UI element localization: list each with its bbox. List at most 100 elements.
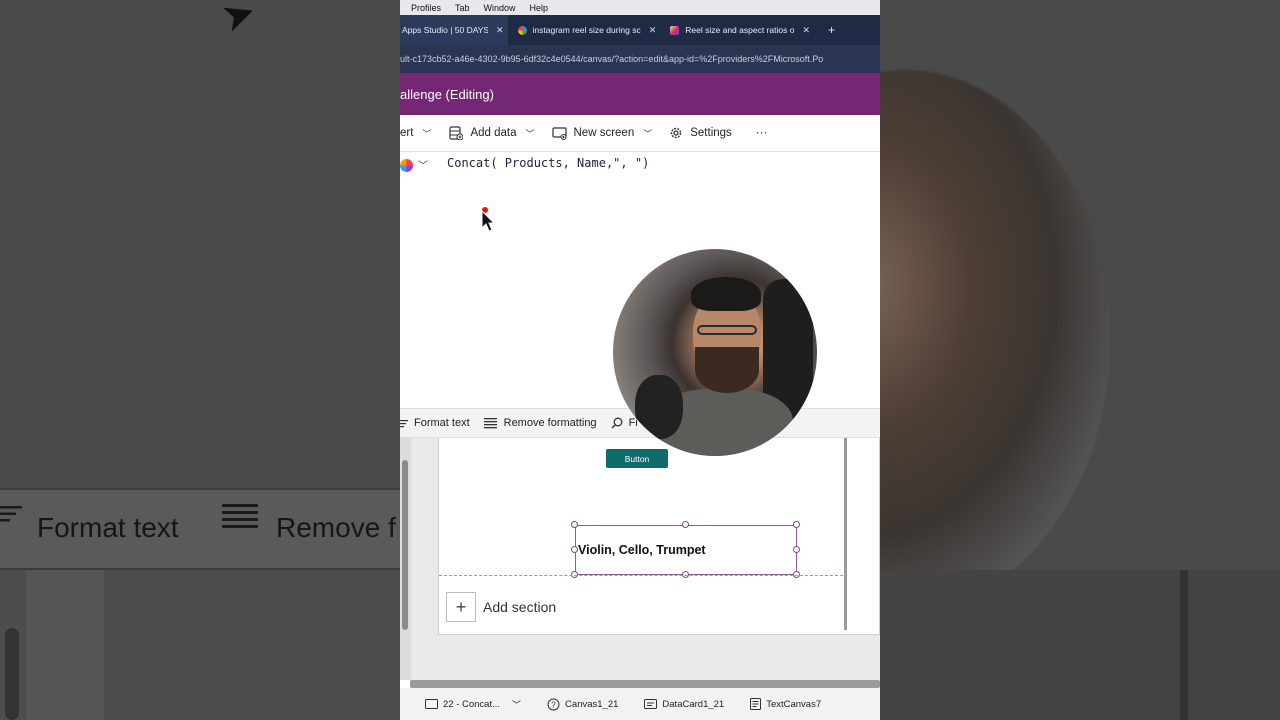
screen-icon xyxy=(425,699,438,709)
section-divider xyxy=(439,575,843,576)
background-remove-formatting-icon xyxy=(222,504,258,528)
formula-input[interactable]: Concat( Products, Name,", ") xyxy=(447,156,649,170)
remove-formatting-icon xyxy=(483,417,497,428)
chevron-down-icon: ﹀ xyxy=(643,128,653,139)
browser-tab-google[interactable]: instagram reel size during sc ✕ xyxy=(514,15,661,45)
new-screen-button[interactable]: New screen ﹀ xyxy=(551,126,653,140)
canvas-icon: ? xyxy=(547,698,560,710)
datacard-icon xyxy=(644,699,658,709)
resize-handle-middle-left[interactable] xyxy=(571,546,578,553)
settings-button[interactable]: Settings xyxy=(669,126,732,140)
mouse-pointer-icon xyxy=(481,209,496,232)
plus-icon: + xyxy=(446,592,476,622)
selected-text-control[interactable]: Violin, Cello, Trumpet xyxy=(575,525,797,575)
format-text-button[interactable]: Format text xyxy=(400,417,470,429)
remove-formatting-label: Remove formatting xyxy=(503,417,597,429)
menu-help[interactable]: Help xyxy=(530,3,549,13)
background-webcam-blur xyxy=(880,70,1110,610)
breadcrumb-textcanvas[interactable]: TextCanvas7 xyxy=(742,698,829,710)
more-button[interactable]: ··· xyxy=(756,127,768,139)
background-lower-canvas xyxy=(0,570,400,720)
background-remove-label: Remove f xyxy=(276,512,396,543)
text-control-value: Violin, Cello, Trumpet xyxy=(578,543,706,557)
form-card: Button Violin, Cello, Trumpet + Add sect… xyxy=(438,438,880,635)
breadcrumb-label: DataCard1_21 xyxy=(662,698,725,710)
background-format-text-icon xyxy=(0,506,22,522)
add-data-label: Add data xyxy=(470,127,517,139)
mac-menu-bar: Profiles Tab Window Help xyxy=(400,0,880,15)
tab-label: Apps Studio | 50 DAYS xyxy=(402,25,488,35)
chevron-down-icon: ﹀ xyxy=(512,699,522,710)
settings-label: Settings xyxy=(690,127,732,139)
background-edge xyxy=(1180,570,1188,720)
background-right-blurred xyxy=(880,0,1280,720)
background-strip xyxy=(26,570,104,720)
menu-profiles[interactable]: Profiles xyxy=(411,3,441,13)
database-icon xyxy=(449,126,464,140)
vertical-scrollbar[interactable] xyxy=(402,460,408,630)
chevron-down-icon: ﹀ xyxy=(422,128,432,139)
insert-button[interactable]: ert ﹀ xyxy=(400,127,431,140)
more-icon: ··· xyxy=(755,127,768,139)
presenter-beard xyxy=(695,347,759,393)
breadcrumb-label: 22 - Concat... xyxy=(443,698,501,710)
background-left-blurred: ➤ Format text Remove f xyxy=(0,0,400,720)
app-title: allenge (Editing) xyxy=(400,86,494,102)
format-text-icon xyxy=(400,419,408,427)
resize-handle-middle-right[interactable] xyxy=(793,546,800,553)
menu-window[interactable]: Window xyxy=(484,3,516,13)
google-icon xyxy=(517,25,527,35)
menu-tab[interactable]: Tab xyxy=(455,3,470,13)
gear-icon xyxy=(671,127,682,139)
tab-label: instagram reel size during sc xyxy=(532,25,641,35)
browser-tab-instagram[interactable]: Reel size and aspect ratios o ✕ xyxy=(666,15,814,45)
add-data-button[interactable]: Add data ﹀ xyxy=(449,126,535,140)
add-section-button[interactable]: + Add section xyxy=(446,592,556,622)
text-icon xyxy=(750,698,762,710)
format-text-label: Format text xyxy=(414,417,470,429)
new-tab-icon[interactable]: + xyxy=(828,23,835,37)
browser-tab-bar: Apps Studio | 50 DAYS ✕ instagram reel s… xyxy=(400,15,880,45)
close-tab-icon[interactable]: ✕ xyxy=(649,25,657,36)
background-format-text-label: Format text xyxy=(37,512,179,543)
find-button[interactable]: Fi xyxy=(611,417,638,429)
chevron-down-icon[interactable]: ﹀ xyxy=(418,157,428,172)
app-title-bar: allenge (Editing) xyxy=(400,73,880,115)
microphone-icon xyxy=(635,375,683,439)
breadcrumb-label: TextCanvas7 xyxy=(766,698,822,710)
horizontal-scrollbar[interactable] xyxy=(410,680,880,688)
breadcrumb-canvas[interactable]: ? Canvas1_21 xyxy=(539,698,626,711)
chevron-down-icon: ﹀ xyxy=(525,128,535,139)
remove-formatting-button[interactable]: Remove formatting xyxy=(483,417,597,429)
presenter-hair xyxy=(691,277,761,311)
browser-tab-power-apps[interactable]: Apps Studio | 50 DAYS ✕ xyxy=(400,15,508,45)
card-scrollbar[interactable] xyxy=(844,438,847,630)
background-cursor-icon: ➤ xyxy=(215,0,263,42)
background-lower-canvas-right xyxy=(880,570,1280,720)
insert-label: ert xyxy=(400,127,414,139)
resize-handle-top-right[interactable] xyxy=(793,521,800,528)
close-tab-icon[interactable]: ✕ xyxy=(496,25,504,36)
search-icon xyxy=(611,417,623,429)
svg-text:?: ? xyxy=(551,700,556,709)
tab-label: Reel size and aspect ratios o xyxy=(685,25,795,35)
breadcrumb-screen[interactable]: 22 - Concat... ﹀ xyxy=(417,698,529,711)
webcam-overlay xyxy=(613,249,817,456)
new-screen-icon xyxy=(551,126,567,140)
background-scrollbar xyxy=(5,628,19,720)
breadcrumb-datacard[interactable]: DataCard1_21 xyxy=(636,699,732,710)
url-text: ult-c173cb52-a46e-4302-9b95-6df32c4e0544… xyxy=(400,54,824,64)
background-format-toolbar: Format text Remove f xyxy=(0,488,400,570)
close-tab-icon[interactable]: ✕ xyxy=(802,25,810,36)
canvas-area: Button Violin, Cello, Trumpet + Add sect… xyxy=(400,438,880,680)
command-bar: ert ﹀ Add data ﹀ New screen ﹀ Settings ·… xyxy=(400,115,880,152)
instagram-icon xyxy=(670,25,680,35)
address-bar[interactable]: ult-c173cb52-a46e-4302-9b95-6df32c4e0544… xyxy=(400,45,880,73)
copilot-icon[interactable] xyxy=(400,159,413,172)
breadcrumb-label: Canvas1_21 xyxy=(565,698,619,710)
glasses-icon xyxy=(697,325,757,335)
add-section-label: Add section xyxy=(483,599,557,615)
resize-handle-top-left[interactable] xyxy=(571,521,578,528)
resize-handle-top-middle[interactable] xyxy=(682,521,689,528)
new-screen-label: New screen xyxy=(573,127,635,139)
